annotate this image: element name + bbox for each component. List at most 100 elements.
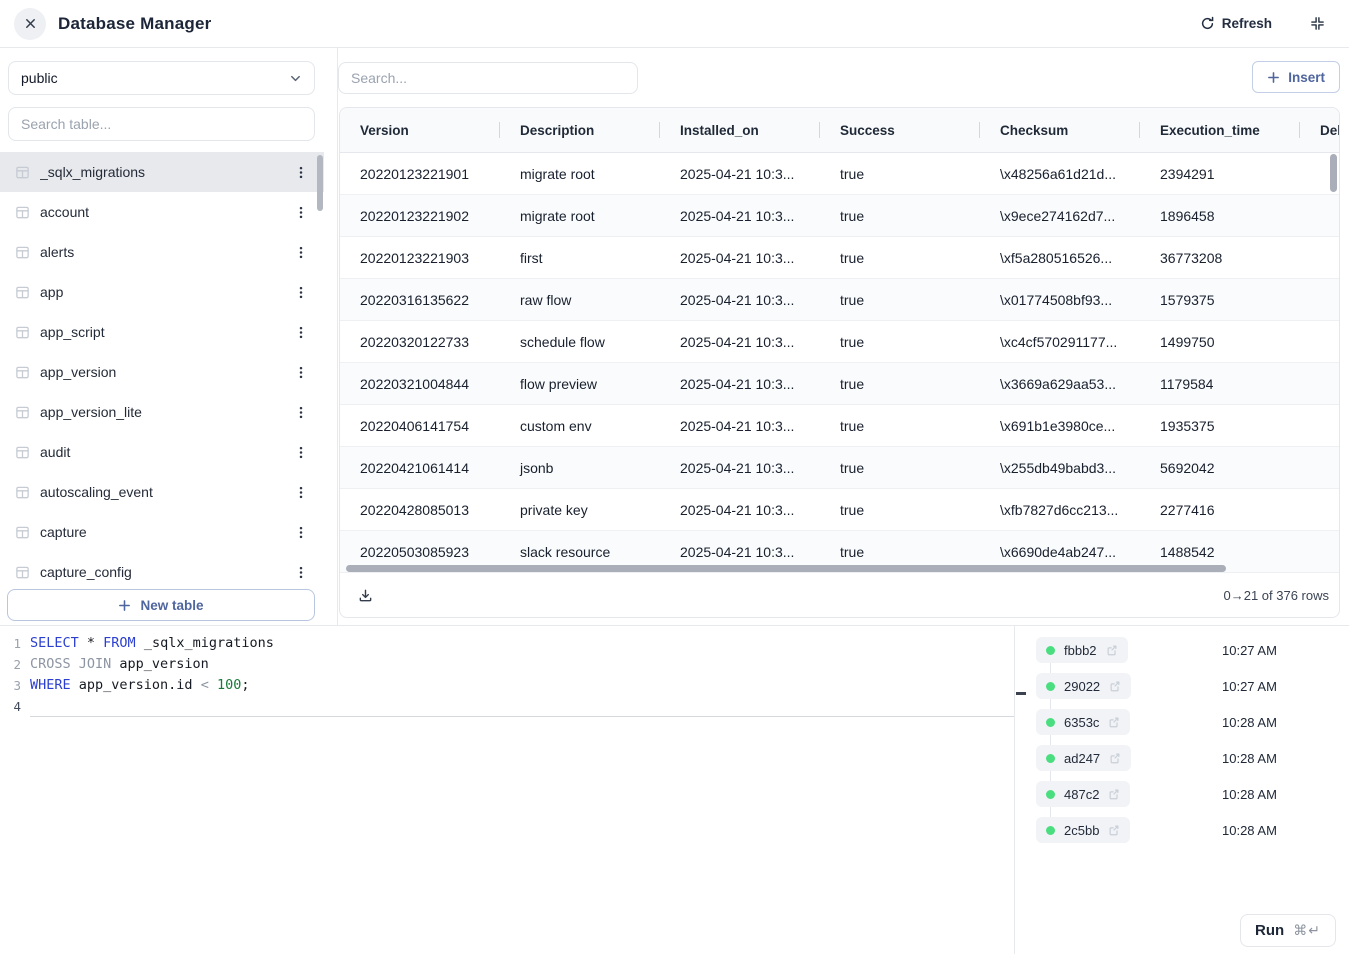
table-row[interactable]: 20220123221902migrate root2025-04-21 10:…	[340, 195, 1339, 237]
table-cell: \x01774508bf93...	[980, 279, 1140, 320]
external-link-icon[interactable]	[1108, 788, 1120, 800]
table-row[interactable]: 20220316135622raw flow2025-04-21 10:3...…	[340, 279, 1339, 321]
sidebar-item-app_script[interactable]: app_script	[0, 312, 324, 352]
schema-select[interactable]: public	[8, 61, 315, 95]
kebab-menu-icon[interactable]	[292, 203, 310, 222]
column-header-version[interactable]: Version	[340, 108, 500, 152]
table-cell: \x255db49babd3...	[980, 447, 1140, 488]
run-id: 2c5bb	[1064, 823, 1099, 838]
run-badge-487c2[interactable]: 487c2	[1036, 781, 1130, 807]
run-badge-2c5bb[interactable]: 2c5bb	[1036, 817, 1130, 843]
refresh-button[interactable]: Refresh	[1194, 15, 1278, 32]
external-link-icon[interactable]	[1106, 644, 1118, 656]
close-button[interactable]	[14, 8, 46, 40]
panel-resize-handle[interactable]	[1016, 692, 1026, 695]
run-badge-29022[interactable]: 29022	[1036, 673, 1131, 699]
sidebar-scrollbar[interactable]	[317, 155, 323, 211]
table-cell: 36773208	[1140, 237, 1300, 278]
download-button[interactable]	[356, 586, 375, 605]
sidebar-item-alerts[interactable]: alerts	[0, 232, 324, 272]
grid-horizontal-scrollbar[interactable]	[346, 565, 1226, 572]
editor-line[interactable]: 1SELECT * FROM _sqlx_migrations	[0, 633, 1014, 654]
sidebar-item-autoscaling_event[interactable]: autoscaling_event	[0, 472, 324, 512]
table-name: account	[40, 204, 282, 220]
table-cell: true	[820, 405, 980, 446]
run-id: 29022	[1064, 679, 1100, 694]
sidebar-item-capture[interactable]: capture	[0, 512, 324, 552]
grid-footer: 0→21 of 376 rows	[340, 573, 1339, 617]
run-id: 6353c	[1064, 715, 1099, 730]
run-badge-fbbb2[interactable]: fbbb2	[1036, 637, 1128, 663]
sidebar-item-capture_config[interactable]: capture_config	[0, 552, 324, 589]
external-link-icon[interactable]	[1108, 824, 1120, 836]
run-badge-ad247[interactable]: ad247	[1036, 745, 1131, 771]
sidebar-item-app_version_lite[interactable]: app_version_lite	[0, 392, 324, 432]
kebab-menu-icon[interactable]	[292, 243, 310, 262]
row-count: 0→21 of 376 rows	[1223, 588, 1329, 603]
external-link-icon[interactable]	[1108, 716, 1120, 728]
grid-rows: 20220123221901migrate root2025-04-21 10:…	[340, 153, 1339, 573]
column-header-description[interactable]: Description	[500, 108, 660, 152]
kebab-menu-icon[interactable]	[292, 523, 310, 542]
table-cell: \x9ece274162d7...	[980, 195, 1140, 236]
run-history-item: fbbb210:27 AM	[1030, 632, 1349, 668]
table-icon	[15, 485, 30, 500]
kebab-menu-icon[interactable]	[292, 563, 310, 582]
sidebar-item-_sqlx_migrations[interactable]: _sqlx_migrations	[0, 152, 324, 192]
editor-line[interactable]: 3WHERE app_version.id < 100;	[0, 675, 1014, 696]
table-cell: 20220320122733	[340, 321, 500, 362]
table-row[interactable]: 20220406141754custom env2025-04-21 10:3.…	[340, 405, 1339, 447]
page-title: Database Manager	[58, 14, 211, 34]
table-cell: true	[820, 321, 980, 362]
run-badge-6353c[interactable]: 6353c	[1036, 709, 1130, 735]
table-row[interactable]: 20220421061414jsonb2025-04-21 10:3...tru…	[340, 447, 1339, 489]
run-id: 487c2	[1064, 787, 1099, 802]
editor-line[interactable]: 4	[0, 696, 1014, 717]
table-cell: first	[500, 237, 660, 278]
collapse-button[interactable]	[1310, 16, 1325, 31]
table-name: app_script	[40, 324, 282, 340]
sidebar-item-audit[interactable]: audit	[0, 432, 324, 472]
table-row[interactable]: 20220320122733schedule flow2025-04-21 10…	[340, 321, 1339, 363]
table-search-input[interactable]	[8, 107, 315, 141]
table-row[interactable]: 20220321004844flow preview2025-04-21 10:…	[340, 363, 1339, 405]
table-cell: private key	[500, 489, 660, 530]
column-header-checksum[interactable]: Checksum	[980, 108, 1140, 152]
kebab-menu-icon[interactable]	[292, 403, 310, 422]
kebab-menu-icon[interactable]	[292, 483, 310, 502]
table-cell: 20220123221902	[340, 195, 500, 236]
sidebar-item-app_version[interactable]: app_version	[0, 352, 324, 392]
kebab-menu-icon[interactable]	[292, 363, 310, 382]
success-dot-icon	[1046, 682, 1055, 691]
external-link-icon[interactable]	[1109, 752, 1121, 764]
column-header-dele[interactable]: Dele	[1300, 108, 1339, 152]
refresh-icon	[1200, 16, 1215, 31]
code-line: WHERE app_version.id < 100;	[30, 675, 1014, 696]
table-row[interactable]: 20220123221903first2025-04-21 10:3...tru…	[340, 237, 1339, 279]
table-list: _sqlx_migrationsaccount alertsapp app_scri…	[0, 152, 324, 589]
kebab-menu-icon[interactable]	[292, 283, 310, 302]
sidebar-item-app[interactable]: app	[0, 272, 324, 312]
insert-button[interactable]: Insert	[1252, 61, 1340, 93]
table-row[interactable]: 20220428085013private key2025-04-21 10:3…	[340, 489, 1339, 531]
data-grid-panel: Insert VersionDescriptionInstalled_onSuc…	[338, 48, 1349, 625]
table-row[interactable]: 20220123221901migrate root2025-04-21 10:…	[340, 153, 1339, 195]
new-table-button[interactable]: New table	[7, 589, 315, 621]
rows-search-input[interactable]	[338, 62, 638, 94]
table-cell: 1896458	[1140, 195, 1300, 236]
external-link-icon[interactable]	[1109, 680, 1121, 692]
table-cell: true	[820, 279, 980, 320]
grid-vertical-scrollbar[interactable]	[1330, 154, 1337, 192]
sql-editor[interactable]: 1SELECT * FROM _sqlx_migrations2CROSS JO…	[0, 626, 1015, 954]
column-header-execution_time[interactable]: Execution_time	[1140, 108, 1300, 152]
table-cell: 20220123221903	[340, 237, 500, 278]
column-header-success[interactable]: Success	[820, 108, 980, 152]
column-header-installed_on[interactable]: Installed_on	[660, 108, 820, 152]
sidebar-item-account[interactable]: account	[0, 192, 324, 232]
run-history-item: ad24710:28 AM	[1030, 740, 1349, 776]
kebab-menu-icon[interactable]	[292, 323, 310, 342]
kebab-menu-icon[interactable]	[292, 163, 310, 182]
kebab-menu-icon[interactable]	[292, 443, 310, 462]
editor-line[interactable]: 2CROSS JOIN app_version	[0, 654, 1014, 675]
run-history-item: 2902210:27 AM	[1030, 668, 1349, 704]
